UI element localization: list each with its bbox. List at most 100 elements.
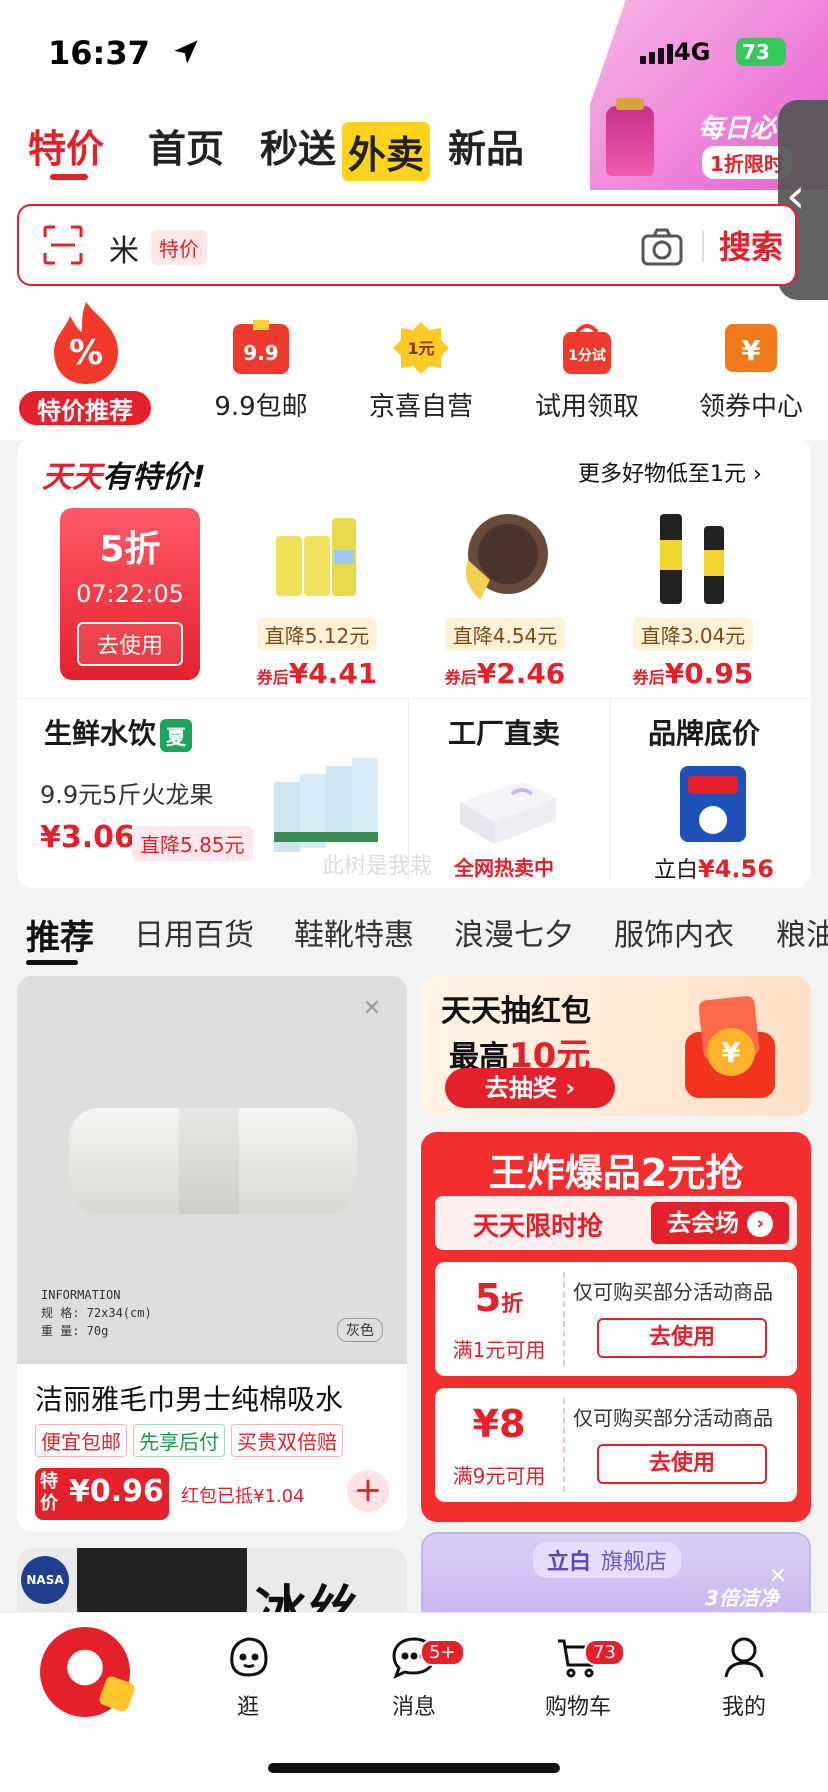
red-envelope-icon: ¥ <box>685 996 775 1098</box>
towel-image <box>69 1108 357 1214</box>
category-label: 试用领取 <box>534 392 639 422</box>
tab-messages[interactable]: 消息 5+ <box>354 1633 474 1721</box>
deal-price-prefix: 券后 <box>256 668 289 687</box>
feed-tab-recommend[interactable]: 推荐 <box>26 910 94 959</box>
voucher-separator <box>563 1398 565 1492</box>
discount-coupon[interactable]: 5折 07:22:05 去使用 <box>60 508 200 680</box>
deal-price: 券后¥2.46 <box>420 657 590 690</box>
deal-price-value: ¥4.41 <box>288 657 378 690</box>
flash-sale-bar: 天天限时抢 去会场 › <box>435 1196 797 1250</box>
fresh-subtitle: 9.9元5斤火龙果 <box>40 781 214 809</box>
daily-title-main: 有特价! <box>102 460 206 495</box>
feed-tab-grain-oil[interactable]: 粮油 <box>776 910 828 954</box>
category-coupon-center[interactable]: ¥ 领券中心 <box>676 320 826 423</box>
search-tag: 特价 <box>151 230 207 265</box>
voucher-condition: 满1元可用 <box>452 1338 546 1362</box>
feed-tab-shoes[interactable]: 鞋靴特惠 <box>294 910 414 954</box>
voucher-card: 5折 满1元可用 仅可购买部分活动商品 去使用 <box>435 1262 797 1376</box>
tab-label: 购物车 <box>544 1695 611 1720</box>
king-deals-title: 王炸爆品2元抢 <box>488 1151 744 1195</box>
brand-price-value: ¥4.56 <box>698 855 774 883</box>
tab-new[interactable]: 新品 <box>448 118 524 173</box>
tab-special-price[interactable]: 特价 <box>28 118 104 173</box>
tab-cart[interactable]: 购物车 73 <box>518 1633 638 1721</box>
category-jingxi-self[interactable]: 1元 京喜自营 <box>346 320 496 423</box>
category-label: 特价推荐 <box>16 388 154 428</box>
product-card[interactable]: ✕ INFORMATION 规 格: 72x34(cm) 重 量: 70g 灰色… <box>17 976 407 1532</box>
flash-sale-label: 天天限时抢 <box>473 1212 604 1242</box>
search-input[interactable]: 米 <box>109 226 139 270</box>
daily-title-accent: 天天 <box>42 460 102 495</box>
voucher-description: 仅可购买部分活动商品 <box>573 1280 773 1304</box>
store-brand: 立白 <box>547 1550 592 1575</box>
voucher-use-button[interactable]: 去使用 <box>597 1444 767 1484</box>
red-packet-banner[interactable]: 天天抽红包 最高10元 去抽奖 › ¥ <box>421 976 811 1116</box>
category-special-recommend[interactable]: % 特价推荐 <box>0 300 170 430</box>
category-9-9-free-shipping[interactable]: 9.9 9.9包邮 <box>186 320 336 423</box>
category-label: 京喜自营 <box>368 392 473 422</box>
arrow-right-circle-icon: › <box>747 1211 774 1237</box>
deal-price: 券后¥4.41 <box>232 657 402 690</box>
deal-item[interactable]: 直降4.54元 券后¥2.46 <box>420 510 590 690</box>
king-deals-card[interactable]: 王炸爆品2元抢 天天限时抢 去会场 › 5折 满1元可用 仅可购买部分活动商品 … <box>421 1132 811 1522</box>
voucher-value: 5折 <box>435 1276 563 1320</box>
fresh-price: ¥3.06 <box>40 820 135 855</box>
brand-price: 立白¥4.56 <box>654 852 774 884</box>
voucher-value-number: ¥8 <box>472 1402 526 1446</box>
deal-price-value: ¥0.95 <box>664 657 754 690</box>
promo-banner[interactable]: 每日必 1折限时 <box>606 98 796 186</box>
factory-title: 工厂直卖 <box>448 717 561 750</box>
page: 16:37 4G 73 特价 首页 秒送 外卖 新品 每日必 1折限时 ‹ 米 特… <box>0 0 828 1792</box>
feed-tab-daily[interactable]: 日用百货 <box>134 910 254 954</box>
tab-flash-delivery-label: 秒送 <box>260 127 337 171</box>
tab-label: 我的 <box>721 1695 766 1720</box>
location-arrow-icon <box>174 40 198 64</box>
color-chip: 灰色 <box>337 1318 383 1342</box>
deal-item[interactable]: 直降3.04元 券后¥0.95 <box>608 510 778 690</box>
feed-tab-apparel[interactable]: 服饰内衣 <box>614 910 734 954</box>
feed-tab-qixi[interactable]: 浪漫七夕 <box>454 910 574 954</box>
tab-flash-delivery[interactable]: 秒送 外卖 <box>260 118 431 181</box>
brand-title: 品牌底价 <box>648 717 761 750</box>
deal-price-value: ¥2.46 <box>476 657 566 690</box>
column-divider <box>610 700 611 880</box>
detergent-bag-image <box>680 766 746 842</box>
go-venue-button[interactable]: 去会场 › <box>651 1202 789 1244</box>
voucher-use-button[interactable]: 去使用 <box>597 1318 767 1358</box>
svg-text:%: % <box>69 333 103 373</box>
close-icon[interactable]: ✕ <box>363 996 381 1021</box>
search-button[interactable]: 搜索 <box>719 222 783 268</box>
tab-profile[interactable]: 我的 <box>684 1633 804 1721</box>
go-venue-label: 去会场 <box>667 1209 739 1237</box>
svg-text:9.9: 9.9 <box>243 341 278 365</box>
voucher-condition: 满9元可用 <box>452 1464 546 1488</box>
signal-icon <box>640 44 676 68</box>
tab-home[interactable]: 首页 <box>148 118 224 173</box>
search-bar[interactable]: 米 特价 搜索 <box>17 204 797 286</box>
coupon-use-button[interactable]: 去使用 <box>77 622 183 666</box>
deal-item[interactable]: 直降5.12元 券后¥4.41 <box>232 510 402 690</box>
scan-icon[interactable] <box>41 223 85 267</box>
tab-browse[interactable]: 逛 <box>188 1633 308 1721</box>
price-tag-label: 特价 <box>40 1471 58 1514</box>
summer-badge: 夏 <box>160 718 193 752</box>
yen-coupon-icon: ¥ <box>725 324 777 372</box>
product-name: 洁丽雅毛巾男士纯棉吸水 <box>35 1383 344 1416</box>
daily-title: 天天有特价! <box>42 452 206 496</box>
camera-icon[interactable] <box>639 224 685 270</box>
tissue-product-image <box>276 518 356 596</box>
promo-title: 每日必 <box>698 114 777 144</box>
category-label: 领券中心 <box>698 392 803 422</box>
voucher-value: ¥8 <box>435 1402 563 1446</box>
voucher-description: 仅可购买部分活动商品 <box>573 1406 773 1430</box>
category-trial[interactable]: 1分试 试用领取 <box>512 320 662 423</box>
tag-free-shipping: 便宜包邮 <box>35 1424 127 1457</box>
svg-text:¥: ¥ <box>721 1036 741 1069</box>
lottery-button[interactable]: 去抽奖 › <box>445 1068 615 1108</box>
add-to-cart-button[interactable]: + <box>347 1470 389 1512</box>
tab-label: 逛 <box>236 1695 259 1720</box>
home-mascot-icon[interactable] <box>40 1627 130 1717</box>
fresh-title-text: 生鲜水饮 <box>44 717 157 750</box>
more-deals-link[interactable]: 更多好物低至1元 › <box>578 456 762 488</box>
svg-text:1元: 1元 <box>407 339 434 358</box>
